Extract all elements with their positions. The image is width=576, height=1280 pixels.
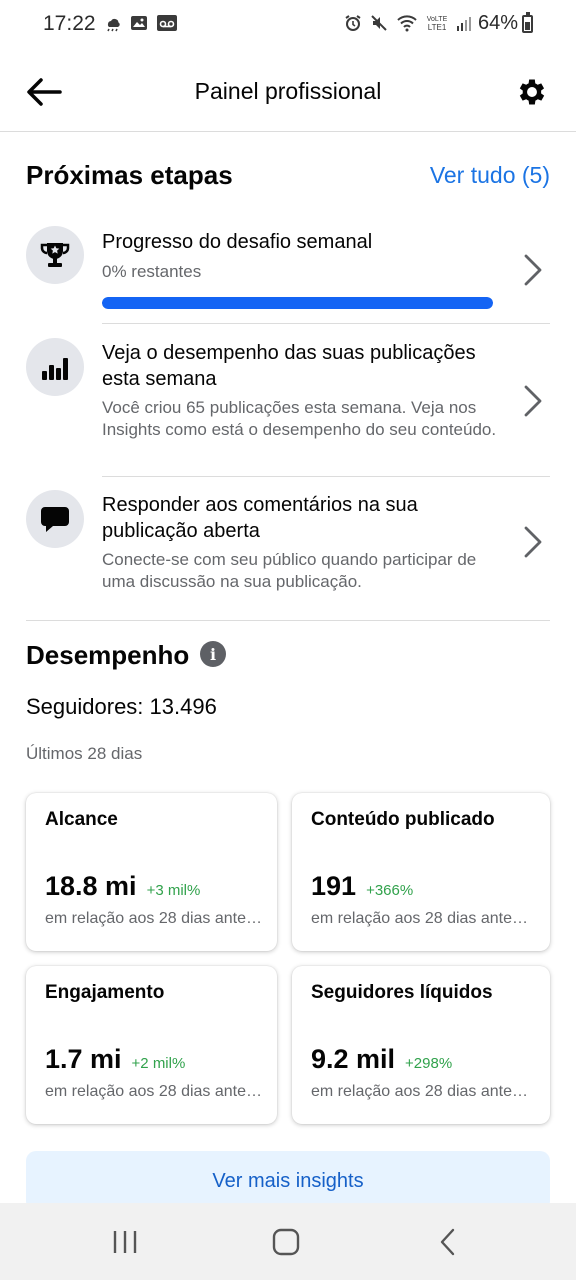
- chevron-right-icon: [524, 254, 542, 286]
- volte-icon: VoLTELTE1: [427, 16, 448, 32]
- step-title: Progresso do desafio semanal: [102, 231, 373, 253]
- step-subtitle: Conecte-se com seu público quando partic…: [102, 550, 477, 591]
- gear-icon: [519, 79, 545, 105]
- metric-value: 18.8 mi: [45, 871, 137, 901]
- metric-note: em relação aos 28 dias anteriores: [311, 1083, 533, 1100]
- metric-note: em relação aos 28 dias anteriores: [311, 910, 533, 927]
- svg-text:VoLTE: VoLTE: [427, 16, 448, 23]
- metric-card-reach[interactable]: Alcance 18.8 mi +3 mil% em relação aos 2…: [26, 793, 277, 951]
- top-app-bar: Painel profissional: [0, 50, 576, 132]
- metric-label: Engajamento: [45, 982, 165, 1003]
- recent-apps-button[interactable]: [105, 1225, 145, 1259]
- battery-level: 64%: [477, 12, 518, 34]
- back-nav-button[interactable]: [428, 1225, 468, 1259]
- step-weekly-performance[interactable]: Veja o desempenho das suas publicações e…: [26, 338, 550, 478]
- step-icon-circle: [26, 490, 84, 548]
- step-title: Responder aos comentários na sua publica…: [102, 494, 418, 542]
- step-subtitle: Você criou 65 publicações esta semana. V…: [102, 398, 497, 439]
- metric-delta: +366%: [366, 882, 414, 899]
- weather-icon: [107, 18, 120, 32]
- image-icon: [131, 16, 147, 30]
- followers-count: Seguidores: 13.496: [26, 694, 217, 719]
- metric-value: 1.7 mi: [45, 1044, 122, 1074]
- performance-title: Desempenho: [26, 640, 190, 670]
- system-nav-bar: [0, 1203, 576, 1280]
- wifi-icon: [397, 15, 417, 32]
- metric-card-engagement[interactable]: Engajamento 1.7 mi +2 mil% em relação ao…: [26, 966, 277, 1124]
- step-icon-circle: [26, 338, 84, 396]
- chevron-right-icon: [524, 385, 542, 417]
- home-button[interactable]: [266, 1225, 306, 1259]
- metric-label: Alcance: [45, 809, 118, 830]
- progress-fill: [102, 297, 493, 309]
- divider: [102, 323, 550, 324]
- step-reply-comments[interactable]: Responder aos comentários na sua publica…: [26, 490, 550, 600]
- challenge-progress-bar: [102, 297, 493, 309]
- metric-delta: +3 mil%: [146, 882, 201, 899]
- status-time: 17:22: [43, 12, 96, 35]
- metric-value: 191: [311, 871, 357, 901]
- metric-label: Conteúdo publicado: [311, 809, 495, 830]
- status-bar: 17:22 VoLTE LTE1 64%: [0, 0, 576, 50]
- divider: [102, 476, 550, 477]
- see-all-link[interactable]: Ver tudo (5): [430, 162, 550, 189]
- metric-note: em relação aos 28 dias anteriores: [45, 910, 263, 927]
- info-icon[interactable]: i: [200, 641, 226, 667]
- signal-icon: [457, 17, 471, 31]
- recent-apps-icon: [113, 1231, 137, 1253]
- period-label: Últimos 28 dias: [26, 744, 143, 763]
- page-title: Painel profissional: [194, 78, 382, 104]
- back-nav-icon: [440, 1228, 455, 1256]
- settings-button[interactable]: [514, 74, 550, 110]
- svg-text:LTE1: LTE1: [428, 23, 447, 32]
- mute-icon: [371, 15, 387, 31]
- metric-value: 9.2 mil: [311, 1044, 396, 1074]
- metric-delta: +298%: [405, 1055, 453, 1072]
- next-steps-title: Próximas etapas: [26, 160, 233, 190]
- step-title: Veja o desempenho das suas publicações e…: [102, 342, 476, 390]
- battery-icon: [522, 12, 533, 33]
- bar-chart-icon: [42, 358, 68, 380]
- alarm-icon: [345, 15, 361, 31]
- home-icon: [272, 1228, 300, 1256]
- comment-icon: [41, 507, 69, 532]
- step-subtitle: 0% restantes: [102, 262, 202, 281]
- metric-note: em relação aos 28 dias anteriores: [45, 1083, 263, 1100]
- metric-card-published-content[interactable]: Conteúdo publicado 191 +366% em relação …: [292, 793, 550, 951]
- see-more-insights-button[interactable]: Ver mais insights: [26, 1151, 550, 1211]
- metric-delta: +2 mil%: [131, 1055, 186, 1072]
- trophy-icon: [40, 243, 70, 267]
- section-divider: [26, 620, 550, 621]
- metric-label: Seguidores líquidos: [311, 982, 493, 1003]
- step-weekly-challenge[interactable]: Progresso do desafio semanal 0% restante…: [26, 226, 550, 324]
- metric-card-net-followers[interactable]: Seguidores líquidos 9.2 mil +298% em rel…: [292, 966, 550, 1124]
- step-icon-circle: [26, 226, 84, 284]
- chevron-right-icon: [524, 526, 542, 558]
- voicemail-icon: [157, 15, 177, 31]
